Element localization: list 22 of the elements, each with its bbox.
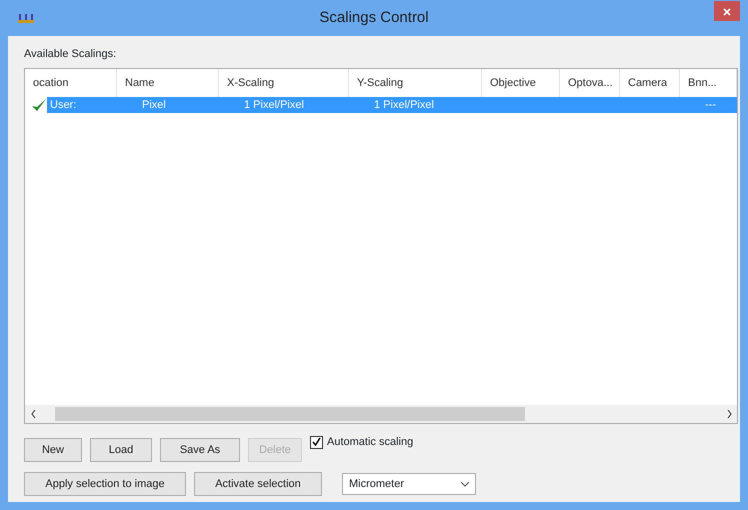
close-button[interactable] [714, 0, 740, 21]
action-button[interactable]: Activate selection [194, 472, 322, 496]
unit-dropdown[interactable]: Micrometer [342, 473, 476, 495]
toolbar-button[interactable]: Save As [160, 438, 240, 462]
close-icon [723, 8, 731, 16]
scroll-left-icon[interactable] [30, 410, 36, 418]
chevron-icon [461, 482, 469, 486]
checkbox[interactable] [310, 436, 323, 449]
window-title: Scalings Control [318, 8, 430, 28]
horizontal-scrollbar[interactable] [25, 405, 737, 423]
table-cell-text: User: [49, 98, 78, 113]
checkbox-label: Automatic scaling [327, 435, 414, 450]
table-cell-text: 1 Pixel/Pixel [243, 98, 305, 113]
app-icon [18, 12, 34, 23]
action-button[interactable]: Apply selection to image [24, 472, 186, 496]
table-cell-text: Pixel [141, 98, 167, 113]
list-label: Available Scalings: [24, 46, 118, 62]
toolbar-button[interactable]: Load [90, 438, 152, 462]
table-cell-text: --- [704, 98, 717, 113]
scroll-right-icon[interactable] [726, 410, 732, 418]
toolbar-button[interactable]: New [24, 438, 82, 462]
table-cell-text: 1 Pixel/Pixel [373, 98, 435, 113]
